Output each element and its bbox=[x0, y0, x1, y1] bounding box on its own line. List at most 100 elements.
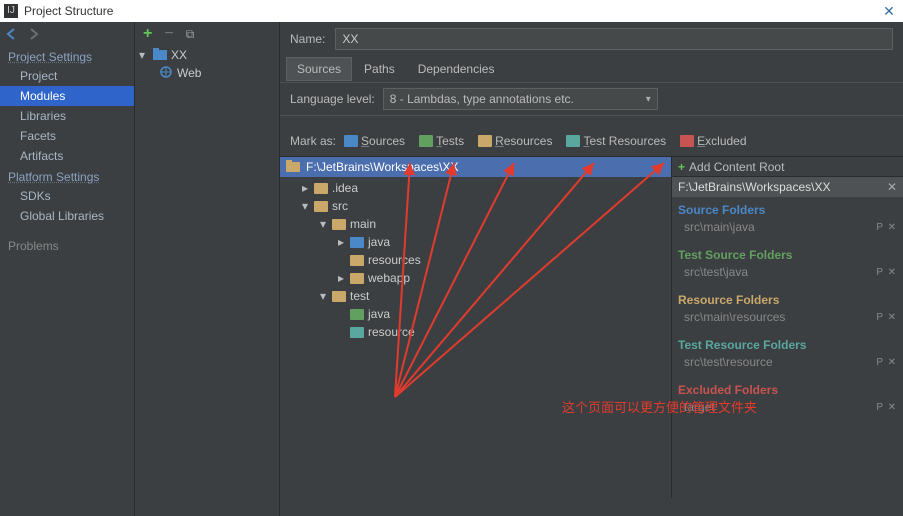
nav-item-libraries[interactable]: Libraries bbox=[0, 106, 134, 126]
caret-right-icon[interactable]: ▸ bbox=[300, 181, 310, 195]
remove-module-icon[interactable]: − bbox=[164, 25, 173, 43]
mark-as-label: Mark as: bbox=[290, 134, 336, 148]
name-label: Name: bbox=[290, 32, 325, 46]
folder-entry-actions[interactable]: P ✕ bbox=[876, 312, 897, 323]
folder-section: Test Source Folderssrc\test\javaP ✕ bbox=[672, 242, 903, 287]
content-roots-panel: + Add Content Root F:\JetBrains\Workspac… bbox=[671, 156, 903, 498]
tree-label: java bbox=[368, 235, 390, 249]
folder-section: Resource Folderssrc\main\resources P ✕ bbox=[672, 287, 903, 332]
mark-test-resources[interactable]: Test Resources bbox=[564, 134, 668, 148]
mark-tests[interactable]: Tests bbox=[417, 134, 466, 148]
folder-section: Source Folderssrc\main\javaP ✕ bbox=[672, 197, 903, 242]
caret-down-icon[interactable]: ▾ bbox=[139, 48, 149, 62]
folder-entry[interactable]: src\main\java P ✕ bbox=[678, 219, 897, 240]
nav-history-toolbar bbox=[0, 22, 134, 46]
nav-item-modules[interactable]: Modules bbox=[0, 86, 134, 106]
tree-row[interactable]: ▸ .idea bbox=[280, 179, 671, 197]
folder-entry-path: src\main\java bbox=[684, 220, 755, 234]
folder-icon bbox=[286, 160, 300, 175]
tree-label: .idea bbox=[332, 181, 358, 195]
folder-icon bbox=[350, 309, 364, 320]
name-input[interactable]: XX bbox=[335, 28, 893, 50]
modules-column: + − ⧉ ▾ XX Web bbox=[135, 22, 280, 516]
web-facet-icon bbox=[159, 66, 173, 81]
add-module-icon[interactable]: + bbox=[143, 25, 152, 43]
nav-back-icon[interactable] bbox=[6, 28, 18, 40]
mark-sources[interactable]: Sources bbox=[342, 134, 407, 148]
module-row-web[interactable]: Web bbox=[135, 64, 279, 82]
folder-icon bbox=[350, 255, 364, 266]
name-row: Name: XX bbox=[280, 22, 903, 56]
mark-label: Test Resources bbox=[583, 134, 666, 148]
add-content-root-button[interactable]: + Add Content Root bbox=[672, 157, 903, 177]
mark-excluded[interactable]: Excluded bbox=[678, 134, 748, 148]
content-root-item[interactable]: F:\JetBrains\Workspaces\XX ✕ bbox=[672, 177, 903, 197]
folder-entry[interactable]: src\main\resources P ✕ bbox=[678, 309, 897, 330]
remove-root-icon[interactable]: ✕ bbox=[887, 180, 897, 194]
mark-swatch-icon bbox=[344, 135, 358, 147]
nav-item-project[interactable]: Project bbox=[0, 66, 134, 86]
close-icon[interactable]: ✕ bbox=[879, 1, 899, 21]
caret-down-icon[interactable]: ▾ bbox=[318, 217, 328, 231]
nav-item-sdks[interactable]: SDKs bbox=[0, 186, 134, 206]
language-level-label: Language level: bbox=[290, 92, 375, 106]
folder-entry-actions[interactable]: P ✕ bbox=[876, 402, 897, 413]
caret-right-icon[interactable]: ▸ bbox=[336, 235, 346, 249]
caret-down-icon[interactable]: ▾ bbox=[318, 289, 328, 303]
tree-label: test bbox=[350, 289, 369, 303]
content-split: F:\JetBrains\Workspaces\XX ▸ .idea ▾ src ▾ma… bbox=[280, 156, 903, 498]
folder-entry-actions[interactable]: P ✕ bbox=[876, 222, 897, 233]
folder-entry-actions[interactable]: P ✕ bbox=[876, 267, 897, 278]
tree-label: webapp bbox=[368, 271, 410, 285]
chevron-down-icon: ▾ bbox=[646, 94, 651, 105]
caret-down-icon[interactable]: ▾ bbox=[300, 199, 310, 213]
folder-icon bbox=[350, 327, 364, 338]
tab-sources[interactable]: Sources bbox=[286, 57, 352, 81]
mark-label: Resources bbox=[495, 134, 552, 148]
tab-paths[interactable]: Paths bbox=[353, 57, 406, 81]
window-title: Project Structure bbox=[22, 4, 879, 18]
mark-swatch-icon bbox=[419, 135, 433, 147]
mark-label: Tests bbox=[436, 134, 464, 148]
nav-forward-icon[interactable] bbox=[28, 28, 40, 40]
tree-row[interactable]: ▾main bbox=[280, 215, 671, 233]
tab-dependencies[interactable]: Dependencies bbox=[407, 57, 506, 81]
content-root-item-path: F:\JetBrains\Workspaces\XX bbox=[678, 180, 831, 194]
folder-entry[interactable]: src\test\javaP ✕ bbox=[678, 264, 897, 285]
module-row-root[interactable]: ▾ XX bbox=[135, 46, 279, 64]
tree-label: resources bbox=[368, 253, 421, 267]
nav-item-facets[interactable]: Facets bbox=[0, 126, 134, 146]
content-root-path: F:\JetBrains\Workspaces\XX bbox=[306, 160, 459, 174]
folder-entry-path: src\test\resource bbox=[684, 355, 773, 369]
mark-as-row: Mark as: Sources Tests Resources Test Resou… bbox=[280, 126, 903, 156]
nav-item-artifacts[interactable]: Artifacts bbox=[0, 146, 134, 166]
tree-row[interactable]: ▾ src bbox=[280, 197, 671, 215]
folder-section-title: Resource Folders bbox=[678, 289, 897, 309]
tree-label: src bbox=[332, 199, 348, 213]
nav-item-global-libraries[interactable]: Global Libraries bbox=[0, 206, 134, 226]
tree-row[interactable]: ▸ webapp bbox=[280, 269, 671, 287]
caret-right-icon[interactable]: ▸ bbox=[336, 271, 346, 285]
folder-entry[interactable]: src\test\resource P ✕ bbox=[678, 354, 897, 375]
copy-module-icon[interactable]: ⧉ bbox=[186, 27, 195, 42]
folder-section: Test Resource Folderssrc\test\resourceP … bbox=[672, 332, 903, 377]
module-folder-icon bbox=[153, 48, 167, 63]
app-icon: IJ bbox=[4, 4, 18, 18]
add-content-root-label: Add Content Root bbox=[689, 160, 784, 174]
nav-heading-project-settings: Project Settings bbox=[0, 46, 134, 66]
tree-row[interactable]: java bbox=[280, 305, 671, 323]
tree-label: resource bbox=[368, 325, 415, 339]
nav-item-problems[interactable]: Problems bbox=[0, 236, 134, 256]
folder-entry-actions[interactable]: P ✕ bbox=[876, 357, 897, 368]
language-level-dropdown[interactable]: 8 - Lambdas, type annotations etc. ▾ bbox=[383, 88, 658, 110]
tree-row[interactable]: ▸ java bbox=[280, 233, 671, 251]
folder-entry-path: src\main\resources bbox=[684, 310, 785, 324]
language-level-value: 8 - Lambdas, type annotations etc. bbox=[390, 92, 574, 106]
content-root-header[interactable]: F:\JetBrains\Workspaces\XX bbox=[280, 157, 671, 177]
annotation-text: 这个页面可以更方便的管理文件夹 bbox=[562, 397, 757, 416]
tree-row[interactable]: ▾ test bbox=[280, 287, 671, 305]
tree-row[interactable]: resource bbox=[280, 323, 671, 341]
tree-row[interactable]: resources bbox=[280, 251, 671, 269]
mark-label: Excluded bbox=[697, 134, 746, 148]
mark-resources[interactable]: Resources bbox=[476, 134, 554, 148]
